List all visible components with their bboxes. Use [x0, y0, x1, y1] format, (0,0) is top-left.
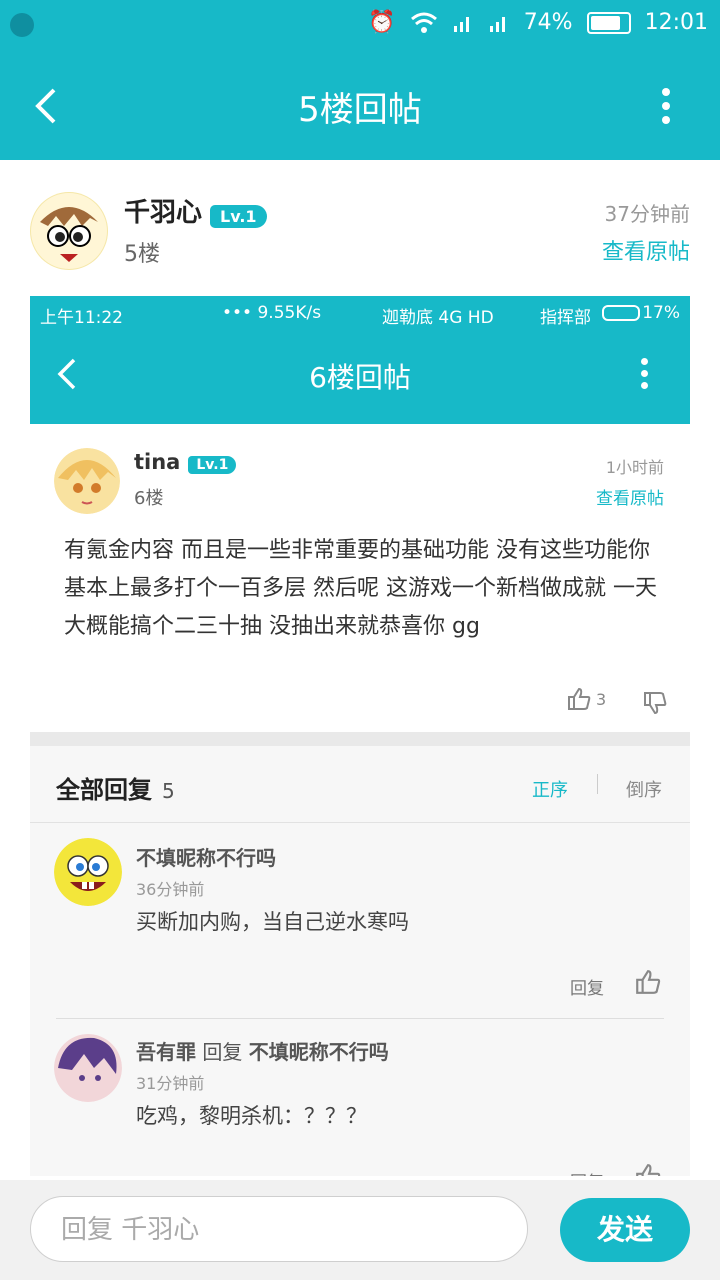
- reply-button: 回复: [570, 1168, 604, 1176]
- embedded-battery-icon: [602, 305, 640, 321]
- avatar-image: [31, 193, 107, 269]
- embedded-app-bar: 6楼回帖: [30, 330, 690, 424]
- divider: [30, 822, 690, 823]
- reply-avatar: [54, 1034, 122, 1102]
- thumbs-up-icon: [568, 687, 591, 710]
- sort-divider: [597, 774, 598, 794]
- reply-heading: 吾有罪 回复 不填昵称不行吗: [136, 1036, 389, 1065]
- reply-to-username: 不填昵称不行吗: [248, 1040, 389, 1064]
- embedded-carrier-1: 迦勒底 4G HD: [382, 308, 494, 328]
- embedded-post-card: tina Lv.1 6楼 1小时前 查看原帖 有氪金内容 而且是一些非常重要的基础…: [30, 424, 690, 732]
- app-bar: 5楼回帖: [0, 52, 720, 160]
- replies-header: 全部回复 5: [56, 770, 175, 805]
- embedded-battery: 17%: [642, 303, 680, 323]
- thumbs-up-icon: [636, 970, 661, 994]
- page-title: 5楼回帖: [298, 90, 422, 130]
- reply-bar: 回复 千羽心 发送: [0, 1180, 720, 1280]
- alarm-icon: ⏰: [368, 10, 396, 35]
- reply-item: 吾有罪 回复 不填昵称不行吗 31分钟前 吃鸡，黎明杀机：？？？ 回复: [30, 1028, 690, 1176]
- thumbs-up-icon: [636, 1164, 661, 1176]
- reply-time: 31分钟前: [136, 1074, 205, 1093]
- embedded-username: tina: [134, 450, 181, 474]
- screenshot-notification-icon: [10, 13, 34, 37]
- embedded-avatar: [54, 448, 120, 514]
- battery-percent: 74%: [523, 10, 573, 35]
- embedded-replies-section: 全部回复 5 正序 倒序 不填昵称不行吗 36分钟前 买断加内购，当自己逆水寒吗…: [30, 746, 690, 1176]
- embedded-screenshot: 上午11:22 ••• 9.55K/s 迦勒底 4G HD 指挥部 17% 6楼…: [30, 296, 690, 1176]
- view-original-link[interactable]: 查看原帖: [602, 234, 690, 266]
- reply-time: 36分钟前: [136, 880, 205, 899]
- embedded-post-time: 1小时前: [605, 458, 664, 477]
- embedded-level-badge: Lv.1: [188, 455, 237, 474]
- reply-button: 回复: [570, 979, 604, 999]
- sort-asc: 正序: [532, 780, 568, 801]
- embedded-separator: [30, 732, 690, 746]
- embedded-like-count: 3: [596, 689, 607, 709]
- reply-word: 回复: [202, 1040, 243, 1064]
- reply-username: 不填昵称不行吗: [136, 846, 276, 870]
- floor-number: 5楼: [124, 242, 160, 267]
- battery-icon: [586, 11, 631, 34]
- embedded-view-original: 查看原帖: [596, 489, 664, 509]
- divider: [56, 1018, 664, 1019]
- replies-count: 5: [162, 779, 175, 803]
- embedded-floor: 6楼: [134, 488, 164, 509]
- clock: 12:01: [644, 10, 708, 35]
- more-options-icon[interactable]: [662, 88, 672, 128]
- wifi-icon: [410, 12, 437, 33]
- reply-avatar: [54, 838, 122, 906]
- post-header: 千羽心 Lv.1 5楼 37分钟前 查看原帖: [0, 160, 720, 296]
- reply-input[interactable]: 回复 千羽心: [30, 1196, 528, 1262]
- embedded-time: 上午11:22: [40, 308, 123, 328]
- embedded-post-content: 有氪金内容 而且是一些非常重要的基础功能 没有这些功能你基本上最多打个一百多层 …: [64, 538, 657, 639]
- embedded-carrier-2: 指挥部: [540, 308, 591, 328]
- embedded-speed: ••• 9.55K/s: [222, 303, 322, 323]
- avatar[interactable]: [30, 192, 108, 270]
- reply-username: 吾有罪: [136, 1040, 196, 1064]
- reply-item: 不填昵称不行吗 36分钟前 买断加内购，当自己逆水寒吗 回复: [30, 834, 690, 1014]
- embedded-like-button: 3: [566, 686, 606, 712]
- post-time: 37分钟前: [604, 202, 690, 226]
- signal-icon-2: [489, 16, 505, 32]
- signal-icon-1: [453, 16, 469, 32]
- status-bar: ⏰ 74% 12:01: [0, 0, 720, 52]
- send-button[interactable]: 发送: [560, 1198, 690, 1262]
- sort-desc: 倒序: [626, 780, 662, 801]
- thumbs-down-icon: [644, 692, 667, 715]
- embedded-status-bar: 上午11:22 ••• 9.55K/s 迦勒底 4G HD 指挥部 17%: [30, 296, 690, 330]
- embedded-more-icon: [641, 358, 648, 394]
- reply-text: 买断加内购，当自己逆水寒吗: [136, 910, 409, 934]
- username[interactable]: 千羽心: [124, 198, 202, 228]
- level-badge: Lv.1: [210, 205, 267, 228]
- replies-title: 全部回复: [56, 776, 152, 804]
- embedded-title: 6楼回帖: [309, 361, 411, 394]
- reply-text: 吃鸡，黎明杀机：？？？: [136, 1104, 367, 1128]
